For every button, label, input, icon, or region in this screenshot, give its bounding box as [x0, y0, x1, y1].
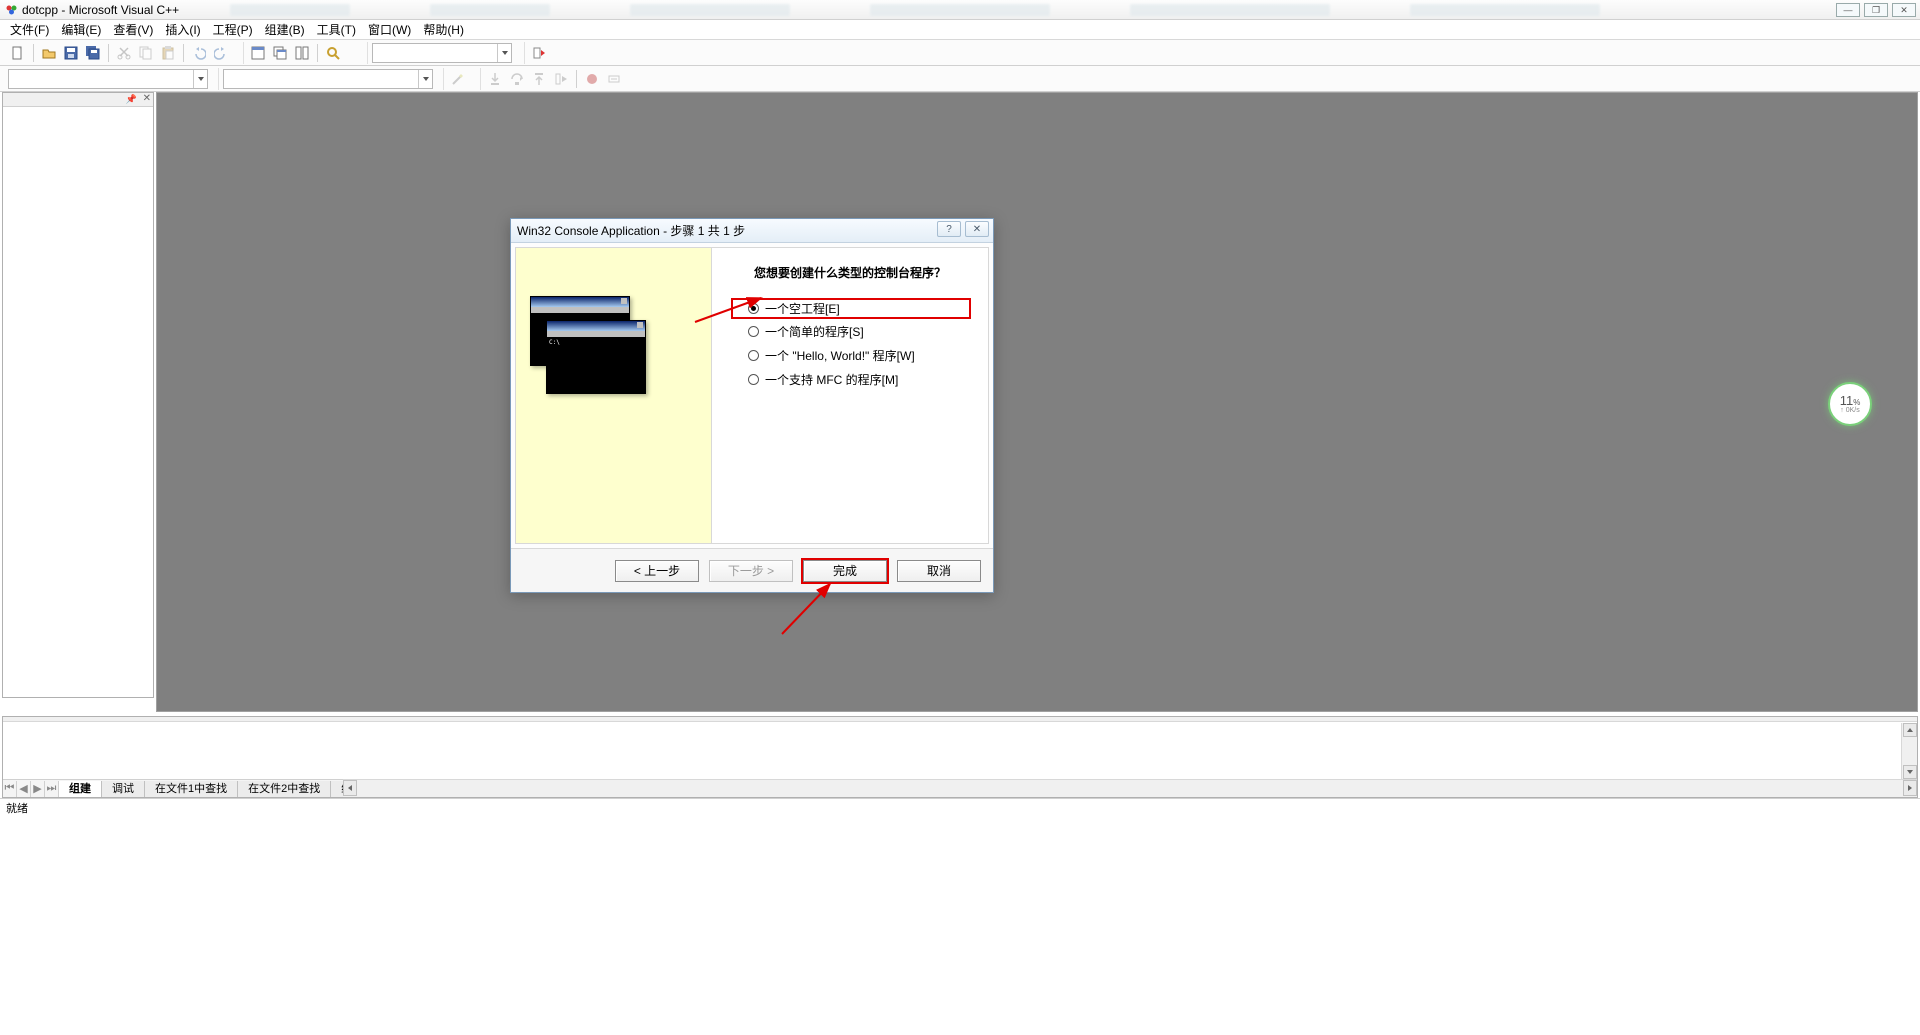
minimize-button[interactable]: —: [1836, 3, 1860, 17]
step-into-icon[interactable]: [485, 69, 505, 89]
wizard-illustration-panel: [516, 248, 712, 543]
menu-view[interactable]: 查看(V): [107, 19, 159, 40]
standard-toolbar: [0, 40, 1920, 66]
save-icon[interactable]: [61, 43, 81, 63]
widget-subtext: ↑ 0K/s: [1840, 407, 1859, 414]
save-all-icon[interactable]: [83, 43, 103, 63]
breakpoint-icon[interactable]: [582, 69, 602, 89]
option-simple-program[interactable]: 一个简单的程序[S]: [730, 323, 970, 340]
wizard-illustration: [530, 296, 650, 406]
workspace-pane-header: 📌 ✕: [3, 93, 153, 107]
menu-edit[interactable]: 编辑(E): [55, 19, 107, 40]
network-speed-widget[interactable]: 11% ↑ 0K/s: [1828, 382, 1872, 426]
cut-icon[interactable]: [114, 43, 134, 63]
output-tabs: ⏮ ◀ ▶ ⏭ 组建 调试 在文件1中查找 在文件2中查找 结果: [3, 779, 1917, 797]
wizard-dialog: Win32 Console Application - 步骤 1 共 1 步 ?…: [510, 218, 994, 593]
close-pane-icon[interactable]: ✕: [143, 93, 151, 104]
background-tabs: [230, 0, 1840, 20]
menu-insert[interactable]: 插入(I): [159, 19, 206, 40]
workspace-icon[interactable]: [248, 43, 268, 63]
maximize-button[interactable]: ❐: [1864, 3, 1888, 17]
option-mfc-program[interactable]: 一个支持 MFC 的程序[M]: [730, 371, 970, 388]
tab-nav-prev[interactable]: ◀: [17, 781, 31, 797]
tile-icon[interactable]: [292, 43, 312, 63]
output-body: [3, 723, 1901, 779]
output-tab-find2[interactable]: 在文件2中查找: [238, 781, 331, 797]
window-title-bar: dotcpp - Microsoft Visual C++ — ❐ ✕: [0, 0, 1920, 20]
status-bar: 就绪: [0, 798, 1920, 814]
dialog-help-icon[interactable]: ?: [937, 221, 961, 237]
close-button[interactable]: ✕: [1892, 3, 1916, 17]
menu-window[interactable]: 窗口(W): [362, 19, 417, 40]
redo-icon[interactable]: [211, 43, 231, 63]
radio-icon: [748, 374, 759, 385]
new-file-icon[interactable]: [8, 43, 28, 63]
menu-file[interactable]: 文件(F): [4, 19, 55, 40]
finish-button[interactable]: 完成: [803, 560, 887, 582]
tab-nav-first[interactable]: ⏮: [3, 781, 17, 797]
option-label: 一个支持 MFC 的程序[M]: [765, 371, 898, 388]
paste-icon[interactable]: [158, 43, 178, 63]
option-hello-world[interactable]: 一个 "Hello, World!" 程序[W]: [730, 347, 970, 364]
window-controls: — ❐ ✕: [1836, 0, 1916, 20]
workspace-pane: 📌 ✕: [2, 92, 154, 698]
dialog-footer: < 上一步 下一步 > 完成 取消: [511, 548, 993, 592]
menu-project[interactable]: 工程(P): [207, 19, 259, 40]
wizard-question: 您想要创建什么类型的控制台程序？: [730, 264, 970, 281]
build-config-combo[interactable]: [372, 43, 512, 63]
open-file-icon[interactable]: [39, 43, 59, 63]
menu-bar: 文件(F) 编辑(E) 查看(V) 插入(I) 工程(P) 组建(B) 工具(T…: [0, 20, 1920, 40]
class-combo[interactable]: [8, 69, 208, 89]
run-to-cursor-icon[interactable]: [551, 69, 571, 89]
output-tab-build[interactable]: 组建: [59, 781, 102, 797]
option-label: 一个简单的程序[S]: [765, 323, 864, 340]
output-hscroll[interactable]: [343, 779, 1917, 797]
mdi-workspace: [156, 92, 1918, 712]
option-empty-project[interactable]: 一个空工程[E]: [732, 299, 970, 318]
pin-icon[interactable]: 📌: [126, 94, 137, 105]
radio-icon: [748, 326, 759, 337]
wizard-options-panel: 您想要创建什么类型的控制台程序？ 一个空工程[E] 一个简单的程序[S] 一个 …: [712, 248, 988, 543]
step-out-icon[interactable]: [529, 69, 549, 89]
option-label: 一个空工程[E]: [765, 300, 840, 317]
step-over-icon[interactable]: [507, 69, 527, 89]
widget-value: 11%: [1840, 394, 1861, 407]
dialog-body: 您想要创建什么类型的控制台程序？ 一个空工程[E] 一个简单的程序[S] 一个 …: [515, 247, 989, 544]
next-button[interactable]: 下一步 >: [709, 560, 793, 582]
dialog-close-icon[interactable]: ✕: [965, 221, 989, 237]
output-pane: ⏮ ◀ ▶ ⏭ 组建 调试 在文件1中查找 在文件2中查找 结果: [2, 716, 1918, 798]
back-button[interactable]: < 上一步: [615, 560, 699, 582]
menu-tools[interactable]: 工具(T): [311, 19, 362, 40]
undo-icon[interactable]: [189, 43, 209, 63]
tab-nav-next[interactable]: ▶: [31, 781, 45, 797]
tab-nav-last[interactable]: ⏭: [45, 781, 59, 797]
cancel-button[interactable]: 取消: [897, 560, 981, 582]
copy-icon[interactable]: [136, 43, 156, 63]
dialog-title: Win32 Console Application - 步骤 1 共 1 步: [517, 222, 745, 239]
dialog-titlebar[interactable]: Win32 Console Application - 步骤 1 共 1 步 ?…: [511, 219, 993, 243]
radio-icon: [748, 303, 759, 314]
wand-icon[interactable]: [448, 69, 468, 89]
member-combo[interactable]: [223, 69, 433, 89]
menu-build[interactable]: 组建(B): [259, 19, 311, 40]
find-icon[interactable]: [323, 43, 343, 63]
output-vscroll[interactable]: [1901, 723, 1917, 779]
app-icon: [6, 4, 18, 16]
watch-icon[interactable]: [604, 69, 624, 89]
radio-icon: [748, 350, 759, 361]
window-title: dotcpp - Microsoft Visual C++: [22, 3, 179, 17]
go-icon[interactable]: [529, 43, 549, 63]
window-list-icon[interactable]: [270, 43, 290, 63]
output-tab-find1[interactable]: 在文件1中查找: [145, 781, 238, 797]
option-label: 一个 "Hello, World!" 程序[W]: [765, 347, 915, 364]
build-toolbar: [0, 66, 1920, 92]
status-text: 就绪: [6, 803, 28, 815]
output-tab-debug[interactable]: 调试: [102, 781, 145, 797]
menu-help[interactable]: 帮助(H): [417, 19, 470, 40]
